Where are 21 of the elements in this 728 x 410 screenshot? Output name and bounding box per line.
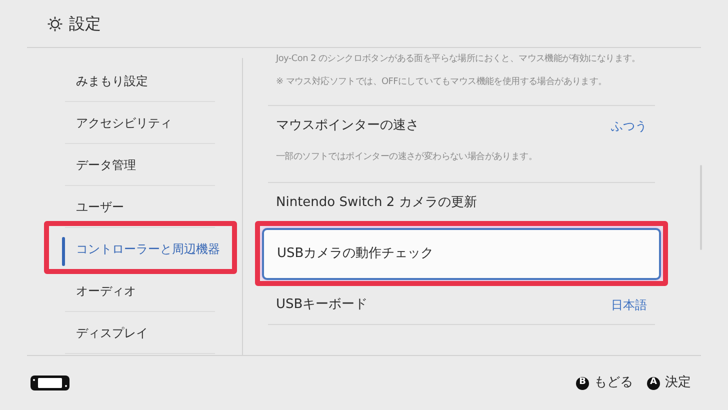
controller-button-icon: A <box>647 376 660 390</box>
note-text: Joy-Con 2 のシンクロボタンがある面を平らな場所におくと、マウス機能が有効になります。 <box>276 54 640 64</box>
sidebar-item[interactable]: オーディオ <box>65 282 136 300</box>
sidebar-item[interactable]: ユーザー <box>65 198 124 216</box>
hint-label: もどる <box>594 374 633 392</box>
settings-row[interactable]: USBカメラの動作チェック <box>262 228 661 280</box>
note-text: ※ マウス対応ソフトでは、OFFにしていてもマウス機能を使用する場合があります。 <box>276 77 607 87</box>
sidebar-item[interactable]: みまもり設定 <box>65 72 148 90</box>
sidebar-item[interactable]: アクセシビリティ <box>65 114 172 132</box>
sidebar-item[interactable]: ディスプレイ <box>65 324 148 342</box>
settings-row[interactable]: Nintendo Switch 2 カメラの更新 <box>268 183 655 223</box>
note-text: 一部のソフトではポインターの速さが変わらない場合があります。 <box>276 152 538 162</box>
settings-row[interactable]: USBキーボード 日本語 <box>268 285 655 325</box>
page-title: 設定 <box>69 12 101 34</box>
sidebar-item[interactable]: データ管理 <box>65 156 136 174</box>
settings-icon <box>47 16 63 32</box>
console-icon <box>30 375 70 391</box>
sidebar-item[interactable]: コントローラーと周辺機器 <box>65 240 220 258</box>
controller-button-icon: B <box>576 376 589 390</box>
settings-row[interactable]: マウスポインターの速さ ふつう <box>268 106 655 146</box>
hint-label: 決定 <box>665 374 691 392</box>
